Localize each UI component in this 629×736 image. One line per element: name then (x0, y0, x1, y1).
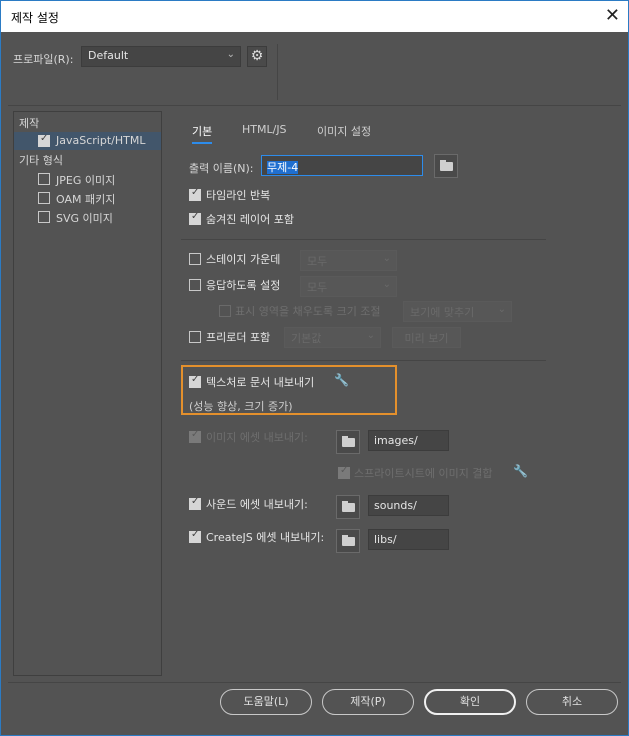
divider (8, 682, 621, 683)
group-other-formats: 기타 형식 (19, 154, 63, 167)
images-folder-button[interactable] (336, 430, 360, 454)
divider (181, 239, 546, 240)
tab-html-js[interactable]: HTML/JS (242, 123, 287, 136)
tab-image-settings[interactable]: 이미지 설정 (317, 123, 371, 139)
center-stage-label: 스테이지 가운데 (206, 253, 281, 266)
select-value: 보기에 맞추기 (410, 306, 475, 319)
tab-basic[interactable]: 기본 (192, 123, 213, 144)
chevron-down-icon: ⌄ (382, 279, 391, 290)
output-name-input[interactable]: 무제-4 (261, 155, 423, 176)
output-name-value: 무제-4 (267, 161, 299, 174)
checkbox[interactable] (38, 133, 50, 147)
item-label: JPEG 이미지 (56, 174, 116, 187)
folder-icon (342, 436, 355, 447)
export-sound-assets-checkbox[interactable] (189, 496, 201, 510)
sounds-folder-button[interactable] (336, 495, 360, 519)
responsive-select[interactable]: 모두 ⌄ (300, 276, 397, 297)
format-sidebar: 제작 JavaScript/HTML 기타 형식 JPEG 이미지 OAM 패키… (13, 111, 162, 676)
group-publish: 제작 (19, 117, 40, 130)
divider (181, 360, 546, 361)
sounds-path-input[interactable]: sounds/ (368, 495, 449, 516)
profile-label: 프로파일(R): (13, 53, 74, 66)
divider (8, 105, 621, 106)
select-value: 모두 (307, 281, 328, 294)
help-button[interactable]: 도움말(L) (220, 689, 312, 715)
export-sound-assets-label: 사운드 에셋 내보내기: (206, 498, 308, 511)
publish-button[interactable]: 제작(P) (322, 689, 414, 715)
combine-spritesheet-label: 스프라이트시트에 이미지 결합 (354, 467, 493, 480)
profile-select[interactable]: Default ⌄ (81, 46, 241, 67)
gear-icon[interactable]: ⚙ (247, 46, 267, 67)
chevron-down-icon: ⌄ (366, 330, 375, 341)
responsive-label: 응답하도록 설정 (206, 279, 281, 292)
sidebar-item-oam[interactable]: OAM 패키지 (14, 189, 161, 207)
folder-icon (342, 535, 355, 546)
item-label: OAM 패키지 (56, 193, 116, 206)
sidebar-item-jpeg[interactable]: JPEG 이미지 (14, 170, 161, 188)
responsive-checkbox[interactable] (189, 279, 201, 291)
sounds-path-value: sounds/ (374, 499, 417, 512)
center-stage-checkbox[interactable] (189, 253, 201, 265)
select-value: 기본값 (291, 332, 322, 345)
preloader-select[interactable]: 기본값 ⌄ (284, 327, 381, 348)
checkbox[interactable] (38, 211, 50, 223)
chevron-down-icon: ⌄ (226, 49, 235, 60)
texture-note: (성능 향상, 크기 증가) (189, 400, 293, 413)
folder-icon (440, 160, 453, 171)
profile-value: Default (88, 49, 129, 62)
createjs-path-input[interactable]: libs/ (368, 529, 449, 550)
sidebar-item-javascript-html[interactable]: JavaScript/HTML (14, 132, 161, 150)
ok-button[interactable]: 확인 (424, 689, 516, 715)
wrench-icon[interactable]: 🔧 (513, 464, 528, 478)
sidebar-item-svg[interactable]: SVG 이미지 (14, 208, 161, 226)
createjs-folder-button[interactable] (336, 529, 360, 553)
center-stage-select[interactable]: 모두 ⌄ (300, 250, 397, 271)
export-createjs-assets-checkbox[interactable] (189, 529, 201, 543)
images-path-input[interactable]: images/ (368, 430, 449, 451)
export-image-assets-checkbox[interactable] (189, 429, 201, 443)
export-createjs-assets-label: CreateJS 에셋 내보내기: (206, 531, 325, 544)
cancel-button[interactable]: 취소 (526, 689, 618, 715)
preview-label: 미리 보기 (404, 332, 449, 345)
item-label: JavaScript/HTML (56, 134, 146, 147)
chevron-down-icon: ⌄ (497, 304, 506, 315)
dialog-title: 제작 설정 (11, 11, 59, 25)
preview-button[interactable]: 미리 보기 (392, 327, 461, 348)
checkbox[interactable] (38, 192, 50, 204)
chevron-down-icon: ⌄ (382, 253, 391, 264)
close-icon[interactable]: ✕ (605, 5, 620, 26)
createjs-path-value: libs/ (374, 533, 397, 546)
include-preloader-checkbox[interactable] (189, 331, 201, 343)
combine-spritesheet-checkbox[interactable] (338, 465, 350, 479)
browse-folder-button[interactable] (434, 154, 458, 178)
include-hidden-layers-label: 숨겨진 레이어 포함 (206, 213, 294, 226)
include-hidden-layers-checkbox[interactable] (189, 211, 201, 225)
images-path-value: images/ (374, 434, 418, 447)
title-bar: 제작 설정 ✕ (1, 1, 628, 32)
export-as-texture-label: 텍스처로 문서 내보내기 (206, 376, 315, 389)
scale-to-fill-label: 표시 영역을 채우도록 크기 조절 (235, 305, 381, 318)
wrench-icon[interactable]: 🔧 (334, 373, 349, 387)
loop-timeline-checkbox[interactable] (189, 187, 201, 201)
scale-to-fill-checkbox[interactable] (219, 305, 231, 317)
export-image-assets-label: 이미지 에셋 내보내기: (206, 431, 308, 444)
divider (277, 44, 278, 100)
checkbox[interactable] (38, 173, 50, 185)
include-preloader-label: 프리로더 포함 (206, 331, 271, 344)
scale-select[interactable]: 보기에 맞추기 ⌄ (403, 301, 512, 322)
item-label: SVG 이미지 (56, 212, 113, 225)
loop-timeline-label: 타임라인 반복 (206, 189, 271, 202)
select-value: 모두 (307, 255, 328, 268)
export-as-texture-checkbox[interactable] (189, 374, 201, 388)
folder-icon (342, 501, 355, 512)
output-name-label: 출력 이름(N): (189, 162, 254, 175)
